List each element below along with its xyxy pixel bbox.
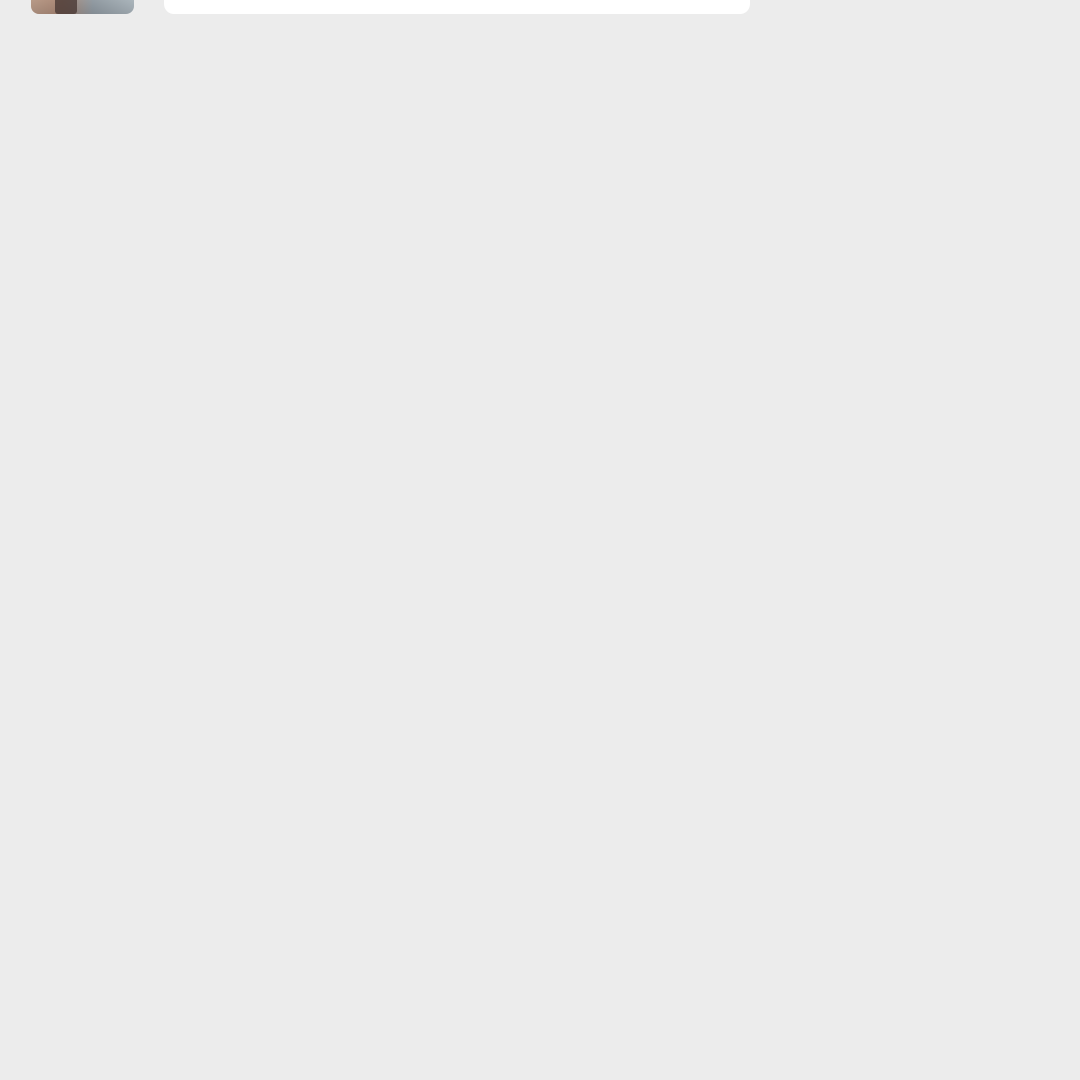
feed-page (0, 0, 1080, 1080)
photo-thumbnail[interactable] (31, 0, 134, 14)
content-card[interactable] (164, 0, 750, 14)
thumbnail-shade (31, 0, 134, 14)
thumbnail-detail (55, 0, 77, 14)
